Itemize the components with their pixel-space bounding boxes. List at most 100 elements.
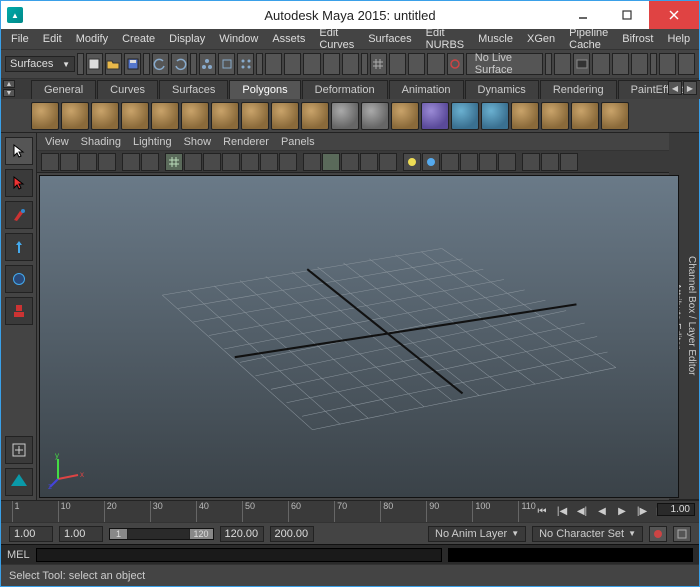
anim-out-field[interactable]: 120.00 <box>220 526 264 542</box>
layout-4pane-button[interactable] <box>659 53 676 75</box>
close-button[interactable] <box>649 1 699 29</box>
vp-bookmarks-button[interactable] <box>79 153 97 171</box>
mask-button-1[interactable] <box>265 53 282 75</box>
shelf-create-poly-icon[interactable] <box>391 102 419 130</box>
module-selector[interactable]: Surfaces ▼ <box>5 56 75 72</box>
vp-safe-title-button[interactable] <box>279 153 297 171</box>
redo-button[interactable] <box>171 53 188 75</box>
menu-edit[interactable]: Edit <box>37 31 68 47</box>
ipr-render-button[interactable] <box>592 53 609 75</box>
vp-shadows-button[interactable] <box>379 153 397 171</box>
vp-xray-joints-button[interactable] <box>460 153 478 171</box>
viewport-menu-show[interactable]: Show <box>184 136 212 148</box>
shelf-plane-icon[interactable] <box>151 102 179 130</box>
vp-safe-action-button[interactable] <box>260 153 278 171</box>
viewport-menu-view[interactable]: View <box>45 136 69 148</box>
shelf-cube-icon[interactable] <box>61 102 89 130</box>
menu-assets[interactable]: Assets <box>266 31 311 47</box>
viewport-menu-shading[interactable]: Shading <box>81 136 121 148</box>
shelf-sphere-icon[interactable] <box>31 102 59 130</box>
sel-hierarchy-button[interactable] <box>199 53 216 75</box>
shelf-tab-dynamics[interactable]: Dynamics <box>465 80 539 99</box>
last-tool[interactable] <box>5 436 33 464</box>
auto-key-button[interactable] <box>649 526 667 542</box>
viewport-menu-panels[interactable]: Panels <box>281 136 315 148</box>
shelf-split-icon[interactable] <box>541 102 569 130</box>
undo-button[interactable] <box>152 53 169 75</box>
shelf-tab-polygons[interactable]: Polygons <box>229 80 300 99</box>
rotate-tool[interactable] <box>5 265 33 293</box>
shelf-tab-animation[interactable]: Animation <box>389 80 464 99</box>
shelf-sculpt-icon[interactable] <box>601 102 629 130</box>
vp-image-plane-button[interactable] <box>98 153 116 171</box>
save-scene-button[interactable] <box>124 53 141 75</box>
shelf-extract-icon[interactable] <box>451 102 479 130</box>
viewport-menu-lighting[interactable]: Lighting <box>133 136 172 148</box>
command-input[interactable] <box>36 548 443 562</box>
menu-file[interactable]: File <box>5 31 35 47</box>
vp-shaded-button[interactable] <box>322 153 340 171</box>
live-surface-button[interactable]: No Live Surface <box>466 53 544 75</box>
snap-point-button[interactable] <box>408 53 425 75</box>
vp-renderer-button[interactable] <box>522 153 540 171</box>
layout-single-button[interactable] <box>678 53 695 75</box>
vp-exposure-button[interactable] <box>479 153 497 171</box>
anim-layer-dropdown[interactable]: No Anim Layer▼ <box>428 526 526 542</box>
menu-display[interactable]: Display <box>163 31 211 47</box>
snap-live-button[interactable] <box>447 53 464 75</box>
shelf-platonic-icon[interactable] <box>361 102 389 130</box>
snap-plane-button[interactable] <box>427 53 444 75</box>
shelf-next-button[interactable]: ▶ <box>683 81 697 95</box>
range-handle-right[interactable]: 120 <box>189 529 213 539</box>
new-scene-button[interactable] <box>86 53 103 75</box>
vp-lights-button[interactable] <box>360 153 378 171</box>
shelf-combine-icon[interactable] <box>421 102 449 130</box>
prefs-button[interactable] <box>673 526 691 542</box>
menu-surfaces[interactable]: Surfaces <box>362 31 417 47</box>
vp-xray-button[interactable] <box>441 153 459 171</box>
menu-modify[interactable]: Modify <box>70 31 114 47</box>
open-scene-button[interactable] <box>105 53 122 75</box>
shelf-tab-general[interactable]: General <box>31 80 96 99</box>
shelf-tab-curves[interactable]: Curves <box>97 80 158 99</box>
snap-grid-button[interactable] <box>370 53 387 75</box>
shelf-prism-icon[interactable] <box>211 102 239 130</box>
vp-highquality-button[interactable] <box>422 153 440 171</box>
command-language-label[interactable]: MEL <box>7 549 30 561</box>
shelf-merge-icon[interactable] <box>511 102 539 130</box>
lasso-tool[interactable] <box>5 169 33 197</box>
step-forward-button[interactable]: |▶ <box>633 504 651 520</box>
channel-box-tab[interactable]: Channel Box / Layer Editor <box>684 133 699 500</box>
viewport-layout-button[interactable] <box>5 468 33 496</box>
mask-button-5[interactable] <box>342 53 359 75</box>
shelf-scroll-down[interactable]: ▼ <box>3 89 15 97</box>
anim-end-field[interactable]: 200.00 <box>270 526 314 542</box>
vp-gate-mask-button[interactable] <box>222 153 240 171</box>
range-slider[interactable]: 1 120 <box>109 528 214 540</box>
viewport[interactable]: x y z <box>39 175 679 498</box>
paint-select-tool[interactable] <box>5 201 33 229</box>
render-button[interactable] <box>573 53 590 75</box>
shelf-extrude-icon[interactable] <box>481 102 509 130</box>
vp-2d-pan-button[interactable] <box>122 153 140 171</box>
shelf-pipe-icon[interactable] <box>271 102 299 130</box>
shelf-soccer-icon[interactable] <box>331 102 359 130</box>
mask-button-4[interactable] <box>323 53 340 75</box>
time-slider[interactable]: 11020304050607080901001101.00 ⏮ |◀ ◀| ◀ … <box>1 500 699 522</box>
vp-film-gate-button[interactable] <box>184 153 202 171</box>
sel-object-button[interactable] <box>218 53 235 75</box>
vp-grid-button[interactable] <box>165 153 183 171</box>
render-view-button[interactable] <box>631 53 648 75</box>
minimize-button[interactable] <box>561 1 605 29</box>
shelf-tab-surfaces[interactable]: Surfaces <box>159 80 228 99</box>
construction-history-button[interactable] <box>554 53 571 75</box>
render-settings-button[interactable] <box>612 53 629 75</box>
snap-curve-button[interactable] <box>389 53 406 75</box>
shelf-cone-icon[interactable] <box>121 102 149 130</box>
step-back-button[interactable]: ◀| <box>573 504 591 520</box>
select-tool[interactable] <box>5 137 33 165</box>
vp-textured-button[interactable] <box>341 153 359 171</box>
vp-select-camera-button[interactable] <box>41 153 59 171</box>
vp-wireframe-button[interactable] <box>303 153 321 171</box>
mask-button-3[interactable] <box>303 53 320 75</box>
